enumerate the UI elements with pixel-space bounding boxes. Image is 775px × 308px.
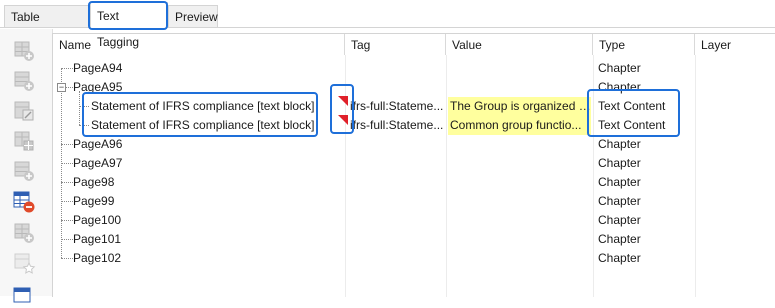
tab-preview[interactable]: Preview [168, 5, 218, 27]
tree-row[interactable]: Page102 Chapter [53, 249, 773, 268]
row-type: Chapter [598, 194, 641, 208]
tab-bar: Table Tagging Text Tagging Preview [0, 0, 775, 49]
column-header-tag[interactable]: Tag [345, 34, 446, 55]
tree-row[interactable]: Page98 Chapter [53, 173, 773, 192]
tree-row[interactable]: PageA94 Chapter [53, 59, 773, 78]
edit-table-icon[interactable] [12, 99, 36, 123]
column-header-layer[interactable]: Layer [695, 34, 773, 55]
row-name: Page99 [73, 194, 115, 208]
table-icon[interactable] [12, 284, 36, 308]
row-type: Chapter [598, 175, 641, 189]
row-type: Chapter [598, 232, 641, 246]
tag-marker-icon [338, 96, 348, 106]
tree-row[interactable]: Statement of IFRS compliance [text block… [53, 116, 773, 135]
tree-row[interactable]: Page101 Chapter [53, 230, 773, 249]
row-value: The Group is organized i... [448, 97, 591, 116]
row-name: Page102 [73, 251, 122, 265]
add-row-icon[interactable] [12, 69, 36, 93]
row-type: Text Content [598, 99, 666, 113]
remove-table-icon[interactable] [12, 190, 36, 214]
tag-marker-icon [338, 115, 348, 125]
grid-header: Name Tag Value Type Layer [53, 34, 773, 55]
tree-row[interactable]: PageA95 Chapter [53, 78, 773, 97]
column-header-value[interactable]: Value [446, 34, 593, 55]
tree-row[interactable]: PageA97 Chapter [53, 154, 773, 173]
tab-table-tagging[interactable]: Table Tagging [4, 5, 90, 46]
row-name: PageA97 [73, 156, 123, 170]
tree-row[interactable]: Page99 Chapter [53, 192, 773, 211]
add-table-icon[interactable] [12, 39, 36, 63]
add-table-icon-3[interactable] [12, 221, 36, 245]
tree-row[interactable]: Statement of IFRS compliance [text block… [53, 97, 773, 116]
tab-text-tagging[interactable]: Text Tagging [90, 2, 168, 49]
row-type: Text Content [598, 118, 666, 132]
row-type: Chapter [598, 80, 641, 94]
row-type: Chapter [598, 137, 641, 151]
row-name: Page100 [73, 213, 122, 227]
add-table-icon-2[interactable] [12, 159, 36, 183]
tree-row[interactable]: Page100 Chapter [53, 211, 773, 230]
row-value: Common group functio... [448, 116, 591, 135]
column-header-type[interactable]: Type [593, 34, 695, 55]
text-tagging-grid: Name Tag Value Type Layer − PageA94 Chap… [52, 33, 775, 297]
row-name: Statement of IFRS compliance [text block… [91, 99, 315, 113]
row-type: Chapter [598, 213, 641, 227]
row-name: Page101 [73, 232, 122, 246]
row-tag: ifrs-full:Stateme... [350, 118, 444, 132]
row-name: Page98 [73, 175, 115, 189]
row-name: Statement of IFRS compliance [text block… [91, 118, 315, 132]
left-toolbar [0, 29, 53, 303]
row-name: PageA96 [73, 137, 123, 151]
row-name: PageA94 [73, 61, 123, 75]
row-type: Chapter [598, 156, 641, 170]
row-type: Chapter [598, 61, 641, 75]
row-name: PageA95 [73, 80, 123, 94]
row-tag: ifrs-full:Stateme... [350, 99, 444, 113]
row-type: Chapter [598, 251, 641, 265]
tree-row[interactable]: PageA96 Chapter [53, 135, 773, 154]
table-grid-icon[interactable] [12, 129, 36, 153]
favorite-table-icon[interactable] [12, 251, 36, 275]
